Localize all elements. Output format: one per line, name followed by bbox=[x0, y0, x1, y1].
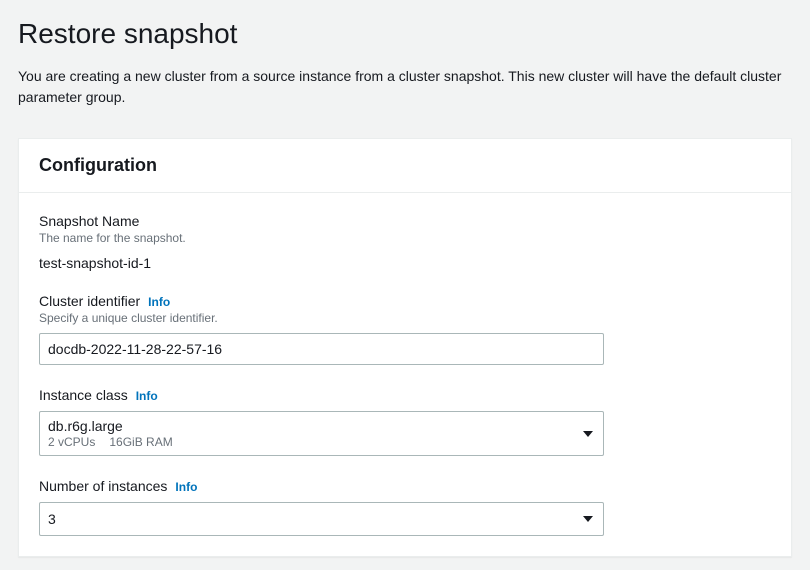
instance-class-select[interactable]: db.r6g.large 2 vCPUs 16GiB RAM bbox=[39, 411, 604, 456]
snapshot-name-group: Snapshot Name The name for the snapshot.… bbox=[39, 213, 771, 271]
instance-class-info-link[interactable]: Info bbox=[136, 389, 158, 403]
num-instances-value: 3 bbox=[48, 511, 56, 527]
snapshot-name-value: test-snapshot-id-1 bbox=[39, 255, 771, 271]
cluster-identifier-label: Cluster identifier bbox=[39, 293, 140, 309]
cluster-identifier-input[interactable] bbox=[39, 333, 604, 365]
instance-class-ram: 16GiB RAM bbox=[109, 435, 172, 449]
num-instances-info-link[interactable]: Info bbox=[175, 480, 197, 494]
cluster-identifier-group: Cluster identifier Info Specify a unique… bbox=[39, 293, 771, 365]
card-header: Configuration bbox=[19, 139, 791, 193]
instance-class-specs: 2 vCPUs 16GiB RAM bbox=[48, 435, 173, 449]
cluster-identifier-info-link[interactable]: Info bbox=[148, 295, 170, 309]
page-title: Restore snapshot bbox=[18, 18, 792, 50]
caret-down-icon bbox=[583, 431, 593, 437]
num-instances-label: Number of instances bbox=[39, 478, 167, 494]
instance-class-vcpus: 2 vCPUs bbox=[48, 435, 95, 449]
num-instances-group: Number of instances Info 3 bbox=[39, 478, 771, 536]
snapshot-name-label: Snapshot Name bbox=[39, 213, 139, 229]
cluster-identifier-hint: Specify a unique cluster identifier. bbox=[39, 311, 771, 325]
page-description: You are creating a new cluster from a so… bbox=[18, 66, 792, 108]
caret-down-icon bbox=[583, 516, 593, 522]
configuration-card: Configuration Snapshot Name The name for… bbox=[18, 138, 792, 557]
instance-class-group: Instance class Info db.r6g.large 2 vCPUs… bbox=[39, 387, 771, 456]
instance-class-label: Instance class bbox=[39, 387, 128, 403]
snapshot-name-hint: The name for the snapshot. bbox=[39, 231, 771, 245]
num-instances-select[interactable]: 3 bbox=[39, 502, 604, 536]
card-body: Snapshot Name The name for the snapshot.… bbox=[19, 193, 791, 556]
card-title: Configuration bbox=[39, 155, 771, 176]
instance-class-value: db.r6g.large bbox=[48, 418, 173, 434]
